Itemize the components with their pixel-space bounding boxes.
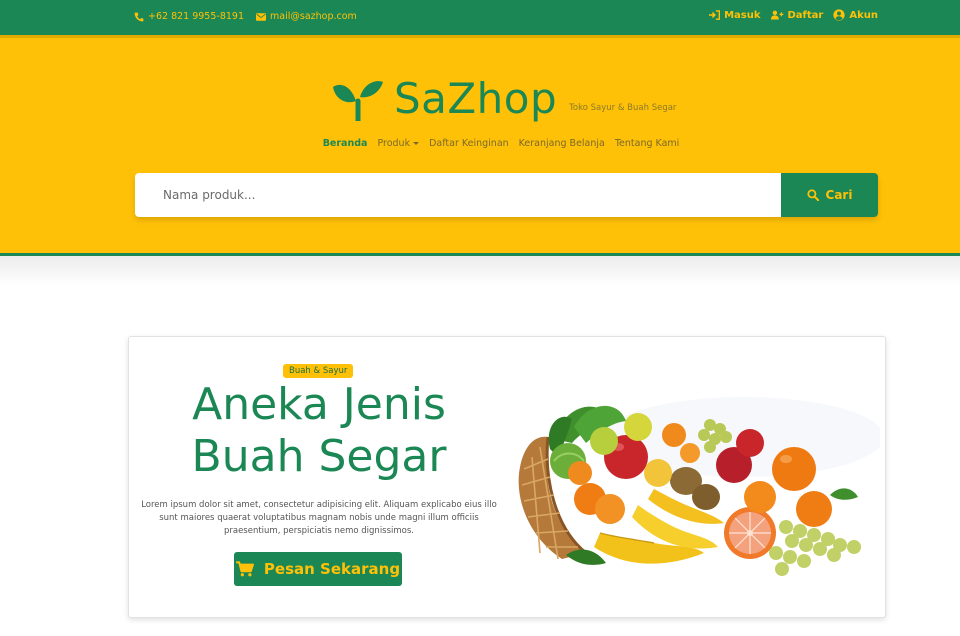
search-bar: Cari [135,173,878,217]
register-label: Daftar [787,9,824,21]
order-now-button[interactable]: Pesan Sekarang [234,552,402,586]
phone-contact[interactable]: +62 821 9955-8191 [134,11,244,22]
email-text: mail@sazhop.com [270,11,357,22]
phone-text: +62 821 9955-8191 [148,11,245,22]
email-contact[interactable]: mail@sazhop.com [256,11,357,22]
brand-tagline: Toko Sayur & Buah Segar [569,102,677,113]
hero-title: Aneka Jenis Buah Segar [149,379,489,483]
top-bar: +62 821 9955-8191 mail@sazhop.com Masuk … [0,0,960,35]
register-link[interactable]: Daftar [770,9,824,21]
category-badge: Buah & Sayur [283,364,354,378]
contact-info: +62 821 9955-8191 mail@sazhop.com [134,11,357,22]
search-button[interactable]: Cari [781,173,878,217]
hero-title-line2: Buah Segar [191,431,447,482]
caret-down-icon [413,142,420,145]
auth-links: Masuk Daftar Akun [709,9,878,21]
search-button-label: Cari [825,188,853,202]
brand[interactable]: SaZhop Toko Sayur & Buah Segar [332,74,676,123]
fruit-basket-image [518,397,880,576]
header-shadow [0,256,960,286]
hero-description: Lorem ipsum dolor sit amet, consectetur … [141,500,497,536]
account-label: Akun [849,9,878,21]
site-header: SaZhop Toko Sayur & Buah Segar Beranda P… [0,35,960,256]
user-plus-icon [770,10,783,20]
order-now-label: Pesan Sekarang [263,560,401,578]
nav-item-produk[interactable]: Produk [377,138,420,149]
shopping-cart-icon [236,561,254,577]
envelope-icon [256,12,267,21]
sprout-logo-icon [333,80,383,121]
nav-item-daftar-keinginan[interactable]: Daftar Keinginan [429,138,509,149]
nav-item-produk-label: Produk [377,138,411,149]
phone-icon [134,12,144,21]
nav-item-beranda[interactable]: Beranda [323,138,368,149]
search-input[interactable] [135,173,781,217]
login-link[interactable]: Masuk [709,9,761,21]
main-nav: Beranda Produk Daftar Keinginan Keranjan… [0,138,960,149]
hero-card: Buah & Sayur Aneka Jenis Buah Segar Lore… [128,336,886,618]
user-circle-icon [833,9,845,21]
brand-name: SaZhop [394,74,558,123]
hero-title-line1: Aneka Jenis [192,379,446,430]
nav-item-keranjang-belanja[interactable]: Keranjang Belanja [519,138,605,149]
account-link[interactable]: Akun [833,9,878,21]
nav-item-tentang-kami[interactable]: Tentang Kami [615,138,679,149]
search-icon [806,189,819,201]
login-label: Masuk [724,9,761,21]
sign-in-icon [709,10,721,20]
